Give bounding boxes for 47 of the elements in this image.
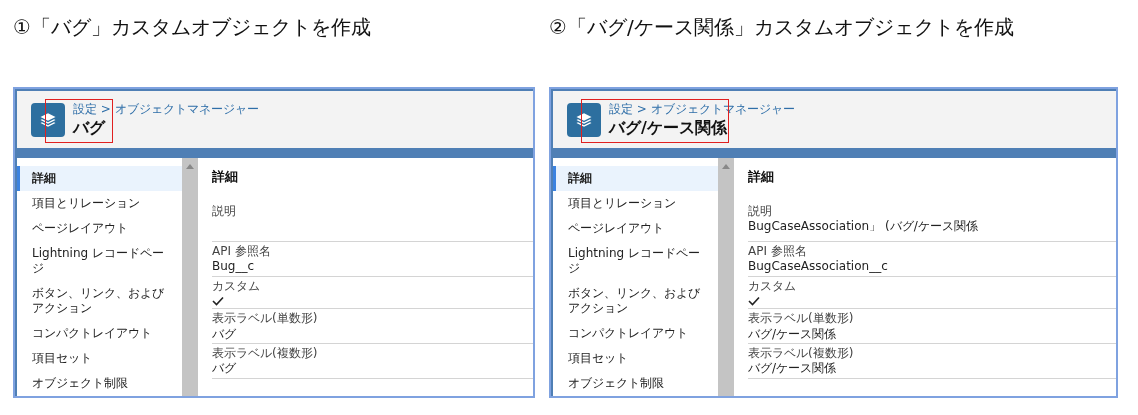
scroll-up-icon[interactable]: [721, 162, 731, 170]
field-value: BugCaseAssociation」 (バグ/ケース関係: [748, 219, 979, 234]
field-label: カスタム: [212, 278, 261, 294]
field-label: カスタム: [748, 278, 797, 294]
nav-item[interactable]: ボタン、リンク、およびアクション: [553, 281, 718, 321]
nav-item[interactable]: ページレイアウト: [17, 216, 182, 241]
field-value: Bug__c: [212, 259, 256, 274]
nav-item[interactable]: 項目とリレーション: [553, 191, 718, 216]
scrollbar[interactable]: [182, 158, 198, 396]
field-value: バグ/ケース関係: [748, 326, 838, 341]
nav-item[interactable]: 項目セット: [17, 346, 182, 371]
nav-item[interactable]: オブジェクト制限: [553, 371, 718, 396]
nav-item[interactable]: Lightning レコードページ: [553, 241, 718, 281]
nav-item[interactable]: 詳細: [17, 166, 182, 191]
nav-item[interactable]: Lightning レコードページ: [17, 241, 182, 281]
object-title: バグ/ケース関係: [609, 117, 728, 139]
scrollbar[interactable]: [718, 158, 734, 396]
scroll-up-icon[interactable]: [185, 162, 195, 170]
field-label: 表示ラベル(複数形): [212, 345, 319, 361]
field-label: API 参照名: [212, 244, 272, 259]
nav-item[interactable]: 項目とリレーション: [17, 191, 182, 216]
layers-icon: [39, 110, 57, 129]
field-value: バグ: [212, 361, 237, 376]
nav-item[interactable]: コンパクトレイアウト: [553, 321, 718, 346]
step-heading: ②「バグ/ケース関係」カスタムオブジェクトを作成: [548, 14, 1015, 41]
field-label: API 参照名: [748, 244, 808, 259]
field-label: 表示ラベル(複数形): [748, 345, 855, 361]
field-label: 表示ラベル(単数形): [212, 311, 319, 326]
step-heading: ①「バグ」カスタムオブジェクトを作成: [12, 14, 372, 41]
field-value: BugCaseAssociation__c: [748, 259, 889, 274]
object-title: バグ: [73, 117, 107, 139]
field-value: バグ/ケース関係: [748, 361, 838, 376]
nav-item[interactable]: ボタン、リンク、およびアクション: [17, 281, 182, 321]
layers-icon: [575, 110, 593, 129]
nav-item[interactable]: 項目セット: [553, 346, 718, 371]
field-label: 説明: [748, 204, 773, 219]
section-heading: 詳細: [212, 168, 239, 186]
nav-item[interactable]: オブジェクト制限: [17, 371, 182, 396]
field-label: 表示ラベル(単数形): [748, 311, 855, 326]
nav-item[interactable]: ページレイアウト: [553, 216, 718, 241]
nav-item[interactable]: 詳細: [553, 166, 718, 191]
section-heading: 詳細: [748, 168, 775, 186]
breadcrumb[interactable]: 設定 > オブジェクトマネージャー: [73, 100, 259, 118]
field-label: 説明: [212, 204, 237, 219]
nav-item[interactable]: コンパクトレイアウト: [17, 321, 182, 346]
highlight-frame: [45, 99, 113, 143]
field-value: バグ: [212, 326, 237, 341]
